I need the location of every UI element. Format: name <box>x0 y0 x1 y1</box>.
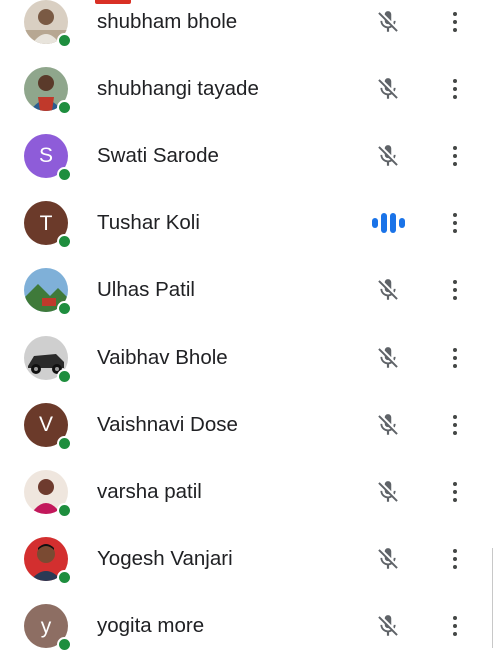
participant-name: varsha patil <box>97 479 202 503</box>
online-status-dot <box>57 502 72 518</box>
more-vert-icon <box>453 213 457 234</box>
more-vert-icon <box>453 78 457 99</box>
avatar: S <box>24 133 72 182</box>
mic-status-button[interactable] <box>368 270 408 310</box>
participant-name: shubhangi tayade <box>97 76 259 100</box>
online-status-dot <box>57 301 72 317</box>
more-options-button[interactable] <box>440 270 470 310</box>
mic-off-icon <box>378 615 398 637</box>
mic-status-button[interactable] <box>368 69 408 109</box>
participant-list: shubham bhole shubhangi tayade S Swati S… <box>0 0 496 660</box>
avatar <box>24 469 72 518</box>
participant-row[interactable]: Yogesh Vanjari <box>0 526 496 593</box>
participant-name: yogita more <box>97 614 205 638</box>
online-status-dot <box>57 637 72 653</box>
mic-off-icon <box>378 279 398 301</box>
more-options-button[interactable] <box>440 405 470 445</box>
more-options-button[interactable] <box>440 539 470 579</box>
online-status-dot <box>57 435 72 451</box>
mic-off-icon <box>378 77 398 99</box>
online-status-dot <box>57 32 72 48</box>
more-vert-icon <box>453 616 457 637</box>
more-vert-icon <box>453 11 457 32</box>
participant-row[interactable]: varsha patil <box>0 458 496 525</box>
participant-name: Vaishnavi Dose <box>97 412 238 436</box>
participant-name: Yogesh Vanjari <box>97 547 233 571</box>
participant-name: Ulhas Patil <box>97 278 195 302</box>
avatar <box>24 335 72 384</box>
more-options-button[interactable] <box>440 472 470 512</box>
participant-name: Tushar Koli <box>97 211 200 235</box>
avatar <box>24 268 72 317</box>
participant-row[interactable]: S Swati Sarode <box>0 122 496 189</box>
mic-status-button[interactable] <box>368 136 408 176</box>
online-status-dot <box>57 368 72 384</box>
more-options-button[interactable] <box>440 338 470 378</box>
mic-status-button[interactable] <box>368 405 408 445</box>
online-status-dot <box>57 234 72 250</box>
participant-row[interactable]: T Tushar Koli <box>0 190 496 257</box>
participant-row[interactable]: Ulhas Patil <box>0 257 496 324</box>
mic-status-button[interactable] <box>368 539 408 579</box>
mic-off-icon <box>378 548 398 569</box>
participant-name: Swati Sarode <box>97 143 219 167</box>
online-status-dot <box>57 570 72 586</box>
participant-row[interactable]: shubham bhole <box>0 0 496 55</box>
mic-off-icon <box>378 145 398 166</box>
more-vert-icon <box>453 481 457 502</box>
mic-status-button[interactable] <box>368 2 408 42</box>
more-vert-icon <box>453 414 457 435</box>
scrollbar[interactable] <box>492 548 493 648</box>
avatar <box>24 0 72 48</box>
mic-status-button[interactable] <box>368 338 408 378</box>
more-options-button[interactable] <box>440 136 470 176</box>
mic-status-button[interactable] <box>368 606 408 646</box>
more-vert-icon <box>453 549 457 570</box>
online-status-dot <box>57 99 72 115</box>
avatar: V <box>24 402 72 451</box>
more-vert-icon <box>453 280 457 301</box>
more-vert-icon <box>453 145 457 166</box>
participant-row[interactable]: Vaibhav Bhole <box>0 324 496 391</box>
mic-off-icon <box>378 481 398 502</box>
more-options-button[interactable] <box>440 606 470 646</box>
avatar <box>24 66 72 115</box>
more-vert-icon <box>453 347 457 368</box>
mic-status-button[interactable] <box>368 472 408 512</box>
participant-row[interactable]: V Vaishnavi Dose <box>0 391 496 458</box>
more-options-button[interactable] <box>440 69 470 109</box>
mic-off-icon <box>378 413 398 435</box>
more-options-button[interactable] <box>440 203 470 243</box>
mic-off-icon <box>378 10 398 32</box>
mic-status-button[interactable] <box>368 203 408 243</box>
participant-name: Vaibhav Bhole <box>97 345 228 369</box>
avatar: T <box>24 201 72 250</box>
speaking-indicator-icon <box>371 213 405 234</box>
online-status-dot <box>57 166 72 182</box>
mic-off-icon <box>378 346 398 368</box>
avatar: y <box>24 604 72 653</box>
avatar <box>24 537 72 586</box>
participant-name: shubham bhole <box>97 9 238 33</box>
more-options-button[interactable] <box>440 2 470 42</box>
participant-row[interactable]: shubhangi tayade <box>0 55 496 122</box>
